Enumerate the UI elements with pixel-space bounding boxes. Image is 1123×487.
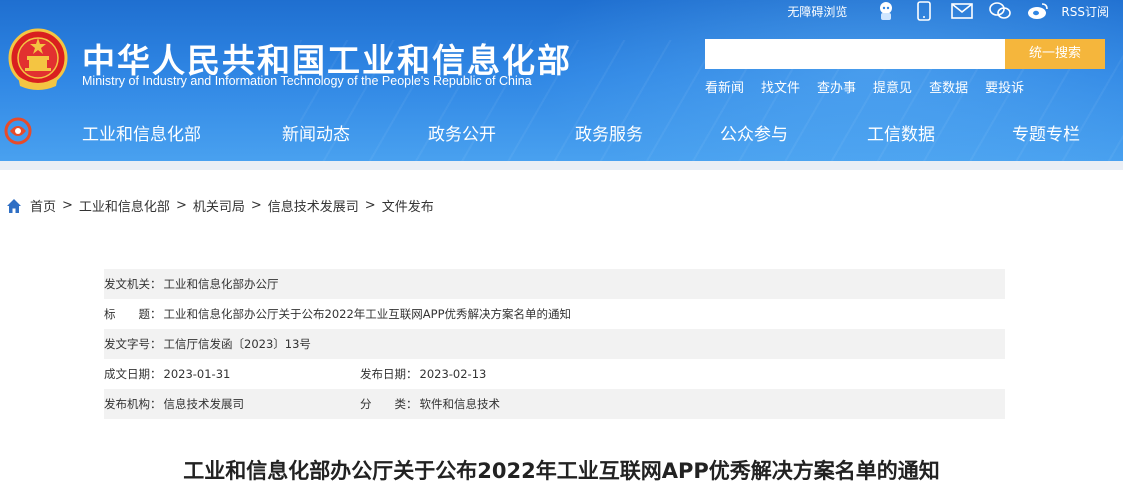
- created-label: 成文日期：: [104, 367, 162, 381]
- org-label: 发布机构：: [104, 397, 162, 411]
- breadcrumb: 首页 > 工业和信息化部 > 机关司局 > 信息技术发展司 > 文件发布: [6, 196, 434, 215]
- title-value: 工业和信息化部办公厅关于公布2022年工业互联网APP优秀解决方案名单的通知: [163, 307, 572, 321]
- title-label: 标 题：: [104, 307, 162, 321]
- rss-link[interactable]: RSS订阅: [1061, 3, 1109, 20]
- info-row-issuer: 发文机关： 工业和信息化部办公厅: [104, 269, 1005, 299]
- breadcrumb-separator: >: [175, 198, 187, 213]
- breadcrumb-separator: >: [62, 198, 73, 213]
- wechat-icon[interactable]: [989, 1, 1012, 21]
- mail-icon[interactable]: [951, 1, 974, 21]
- quick-links: 看新闻 找文件 查办事 提意见 查数据 要投诉: [705, 77, 1041, 96]
- category-cell: 分 类： 软件和信息技术: [360, 396, 500, 412]
- published-value: 2023-02-13: [419, 367, 487, 381]
- category-label: 分 类：: [360, 397, 418, 411]
- main-navigation: 工业和信息化部 新闻动态 政务公开 政务服务 公众参与 工信数据 专题专栏: [0, 112, 1123, 152]
- mobile-icon[interactable]: [913, 1, 935, 21]
- national-emblem-icon: [8, 28, 68, 90]
- robot-icon[interactable]: [875, 1, 897, 21]
- quick-link-news[interactable]: 看新闻: [705, 77, 744, 96]
- created-value: 2023-01-31: [163, 367, 231, 381]
- search-input[interactable]: [705, 39, 1005, 69]
- breadcrumb-it-development[interactable]: 信息技术发展司: [268, 196, 359, 215]
- issuer-value: 工业和信息化部办公厅: [163, 277, 279, 291]
- document-title: 工业和信息化部办公厅关于公布2022年工业互联网APP优秀解决方案名单的通知: [183, 459, 940, 483]
- nav-item-public-affairs[interactable]: 政务公开: [428, 120, 496, 145]
- info-row-dates: 成文日期： 2023-01-31 发布日期： 2023-02-13: [104, 359, 1005, 389]
- document-info-table: 发文机关： 工业和信息化部办公厅 标 题： 工业和信息化部办公厅关于公布2022…: [104, 269, 1005, 419]
- quick-link-complaint[interactable]: 要投诉: [985, 77, 1024, 96]
- nav-item-public-participation[interactable]: 公众参与: [720, 120, 788, 145]
- published-label: 发布日期：: [360, 367, 418, 381]
- breadcrumb-separator: >: [364, 198, 376, 213]
- site-title-english: Ministry of Industry and Information Tec…: [82, 74, 532, 88]
- breadcrumb-separator: >: [250, 198, 262, 213]
- breadcrumb-file-release[interactable]: 文件发布: [382, 196, 434, 215]
- quick-link-feedback[interactable]: 提意见: [873, 77, 912, 96]
- home-icon: [7, 198, 21, 213]
- quick-link-services[interactable]: 查办事: [817, 77, 856, 96]
- header-divider: [0, 161, 1123, 170]
- nav-item-special-topics[interactable]: 专题专栏: [1012, 120, 1080, 145]
- nav-item-miit[interactable]: 工业和信息化部: [82, 120, 201, 145]
- breadcrumb-miit[interactable]: 工业和信息化部: [79, 196, 170, 215]
- created-cell: 成文日期： 2023-01-31: [104, 366, 360, 382]
- breadcrumb-departments[interactable]: 机关司局: [193, 196, 245, 215]
- top-utility-links: 无障碍浏览 RSS订阅: [787, 0, 1109, 22]
- published-cell: 发布日期： 2023-02-13: [360, 366, 486, 382]
- category-value: 软件和信息技术: [419, 397, 501, 411]
- nav-item-government-services[interactable]: 政务服务: [575, 120, 643, 145]
- quick-link-data[interactable]: 查数据: [929, 77, 968, 96]
- breadcrumb-home[interactable]: 首页: [30, 196, 56, 215]
- org-cell: 发布机构： 信息技术发展司: [104, 396, 360, 412]
- issuer-label: 发文机关：: [104, 277, 162, 291]
- search-button[interactable]: 统一搜索: [1005, 39, 1105, 69]
- info-row-number: 发文字号： 工信厅信发函〔2023〕13号: [104, 329, 1005, 359]
- site-header: 中华人民共和国工业和信息化部 Ministry of Industry and …: [0, 0, 1123, 165]
- weibo-icon[interactable]: [1027, 1, 1049, 21]
- accessibility-link[interactable]: 无障碍浏览: [787, 3, 847, 20]
- quick-link-files[interactable]: 找文件: [761, 77, 800, 96]
- number-label: 发文字号：: [104, 337, 162, 351]
- info-row-org: 发布机构： 信息技术发展司 分 类： 软件和信息技术: [104, 389, 1005, 419]
- nav-item-news[interactable]: 新闻动态: [282, 120, 350, 145]
- nav-item-data[interactable]: 工信数据: [867, 120, 935, 145]
- info-row-title: 标 题： 工业和信息化部办公厅关于公布2022年工业互联网APP优秀解决方案名单…: [104, 299, 1005, 329]
- number-value: 工信厅信发函〔2023〕13号: [163, 337, 311, 351]
- org-value: 信息技术发展司: [163, 397, 245, 411]
